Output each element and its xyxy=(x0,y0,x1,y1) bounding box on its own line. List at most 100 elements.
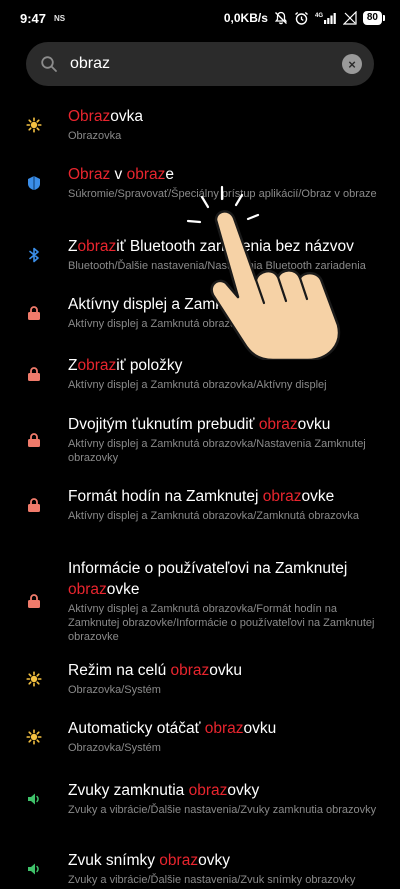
search-bar[interactable]: × xyxy=(26,42,374,86)
status-right: 0,0KB/s 4G 80 xyxy=(223,11,386,26)
match-highlight: obraz xyxy=(77,238,117,255)
result-title: Zobraziť Bluetooth zariadenia bez názvov xyxy=(68,236,382,257)
shield-icon xyxy=(0,164,68,201)
result-title: Obraz v obraze xyxy=(68,164,382,185)
lock-icon xyxy=(0,558,68,644)
result-title: Obrazovka xyxy=(68,106,382,127)
result-path: Zvuky a vibrácie/Ďalšie nastavenia/Zvuk … xyxy=(68,874,356,886)
result-path: Aktívny displej a Zamknutá obrazovka/Zam… xyxy=(68,510,360,522)
search-result-item[interactable]: Obraz v obraze Súkromie/Spravovať/Špeciál… xyxy=(0,164,400,201)
result-texts: Informácie o používateľovi na Zamknutej … xyxy=(68,558,382,644)
result-path: Zvuky a vibrácie/Ďalšie nastavenia/Zvuky… xyxy=(68,804,377,816)
result-path: Obrazovka/Systém xyxy=(68,684,161,696)
match-highlight: obraz xyxy=(159,852,199,869)
title-text: Zvuk snímky xyxy=(68,852,160,869)
status-speed: 0,0KB/s xyxy=(223,11,268,25)
search-result-item[interactable]: Aktívny displej a Zamknutá obrazovka Aktí… xyxy=(0,294,400,331)
search-result-item[interactable]: Dvojitým ťuknutím prebudiť obrazovku Aktí… xyxy=(0,414,400,465)
network-type-label: 4G xyxy=(315,13,323,19)
title-text: Režim na celú xyxy=(68,662,171,679)
result-texts: Dvojitým ťuknutím prebudiť obrazovku Aktí… xyxy=(68,414,382,465)
title-text: v xyxy=(110,166,127,183)
result-texts: Obraz v obraze Súkromie/Spravovať/Špeciál… xyxy=(68,164,382,201)
title-text: ovke xyxy=(301,488,335,505)
result-path: Obrazovka xyxy=(68,130,122,142)
result-path: Obrazovka/Systém xyxy=(68,742,161,754)
result-path: Súkromie/Spravovať/Špeciálny prístup apl… xyxy=(68,188,377,200)
result-title: Zobraziť položky xyxy=(68,355,382,376)
match-highlight: obraz xyxy=(68,581,107,598)
search-input[interactable] xyxy=(70,52,342,76)
speaker-icon xyxy=(0,850,68,887)
result-path: Aktívny displej a Zamknutá obrazovka/Akt… xyxy=(68,379,327,391)
result-texts: Zvuky zamknutia obrazovky Zvuky a vibráci… xyxy=(68,780,382,817)
result-texts: Zvuk snímky obrazovky Zvuky a vibrácie/Ďa… xyxy=(68,850,382,887)
title-text: ovku xyxy=(297,416,331,433)
result-texts: Zobraziť položky Aktívny displej a Zamknu… xyxy=(68,355,382,392)
alarm-icon xyxy=(294,11,309,26)
search-result-item[interactable]: Automaticky otáčať obrazovku Obrazovka/Sy… xyxy=(0,718,400,755)
result-texts: Automaticky otáčať obrazovku Obrazovka/Sy… xyxy=(68,718,382,755)
search-result-item[interactable]: Režim na celú obrazovku Obrazovka/Systém xyxy=(0,660,400,697)
title-text: ovku xyxy=(243,720,277,737)
lock-icon xyxy=(0,486,68,523)
search-result-item[interactable]: Informácie o používateľovi na Zamknutej … xyxy=(0,558,400,644)
result-texts: Aktívny displej a Zamknutá obrazovka Aktí… xyxy=(68,294,382,331)
title-text: Formát hodín na Zamknutej xyxy=(68,488,263,505)
search-result-item[interactable]: Formát hodín na Zamknutej obrazovke Aktív… xyxy=(0,486,400,523)
title-text: iť položky xyxy=(116,357,183,374)
title-text: ovke xyxy=(106,581,140,598)
title-text: ovku xyxy=(209,662,243,679)
search-result-item[interactable]: Zvuky zamknutia obrazovky Zvuky a vibráci… xyxy=(0,780,400,817)
brightness-icon xyxy=(0,106,68,143)
title-text: Automaticky otáčať xyxy=(68,720,205,737)
match-highlight: obraz xyxy=(77,357,117,374)
title-text: e xyxy=(165,166,174,183)
match-highlight: obraz xyxy=(258,416,298,433)
search-result-item[interactable]: Obrazovka Obrazovka xyxy=(0,106,400,143)
speaker-icon xyxy=(0,780,68,817)
title-text: ovka xyxy=(110,108,143,125)
brightness-icon xyxy=(0,660,68,697)
result-title: Dvojitým ťuknutím prebudiť obrazovku xyxy=(68,414,382,435)
brightness-icon xyxy=(0,718,68,755)
result-title: Informácie o používateľovi na Zamknutej … xyxy=(68,558,382,600)
lock-icon xyxy=(0,294,68,331)
bluetooth-icon xyxy=(0,236,68,273)
search-result-item[interactable]: Zvuk snímky obrazovky Zvuky a vibrácie/Ďa… xyxy=(0,850,400,887)
result-path: Aktívny displej a Zamknutá obrazovka/Nas… xyxy=(68,438,366,464)
status-left: 9:47 NS xyxy=(20,11,65,26)
match-highlight: obraz xyxy=(126,166,166,183)
title-text: iť Bluetooth zariadenia bez názvov xyxy=(116,238,354,255)
result-texts: Režim na celú obrazovku Obrazovka/Systém xyxy=(68,660,382,697)
title-text: Dvojitým ťuknutím prebudiť xyxy=(68,416,259,433)
match-highlight: obraz xyxy=(204,720,244,737)
title-text: ovky xyxy=(198,852,230,869)
title-text: Informácie o používateľovi na Zamknutej xyxy=(68,560,348,577)
title-text: Aktívny displej a Zamknutá obrazovka xyxy=(68,296,330,313)
title-text: Zvuky zamknutia xyxy=(68,782,189,799)
match-highlight: Obraz xyxy=(68,166,111,183)
match-highlight: obraz xyxy=(262,488,302,505)
result-title: Formát hodín na Zamknutej obrazovke xyxy=(68,486,382,507)
result-path: Aktívny displej a Zamknutá obrazovka xyxy=(68,318,254,330)
search-icon xyxy=(41,56,57,72)
result-texts: Zobraziť Bluetooth zariadenia bez názvov… xyxy=(68,236,382,273)
close-icon: × xyxy=(348,56,356,72)
status-ns-label: NS xyxy=(54,13,66,23)
title-text: ovky xyxy=(227,782,260,799)
search-result-item[interactable]: Zobraziť Bluetooth zariadenia bez názvov… xyxy=(0,236,400,273)
status-bar: 9:47 NS 0,0KB/s 4G 80 xyxy=(0,0,400,36)
match-highlight: obraz xyxy=(170,662,210,679)
search-result-item[interactable]: Zobraziť položky Aktívny displej a Zamknu… xyxy=(0,355,400,392)
clear-search-button[interactable]: × xyxy=(342,54,362,74)
lock-icon xyxy=(0,414,68,465)
result-title: Automaticky otáčať obrazovku xyxy=(68,718,382,739)
signal-icon: 4G xyxy=(315,11,337,25)
no-sim-icon xyxy=(342,11,357,25)
result-path: Aktívny displej a Zamknutá obrazovka/For… xyxy=(68,603,375,643)
result-path: Bluetooth/Ďalšie nastavenia/Nastavenia B… xyxy=(68,260,366,272)
result-title: Zvuk snímky obrazovky xyxy=(68,850,382,871)
match-highlight: obraz xyxy=(188,782,228,799)
result-title: Režim na celú obrazovku xyxy=(68,660,382,681)
